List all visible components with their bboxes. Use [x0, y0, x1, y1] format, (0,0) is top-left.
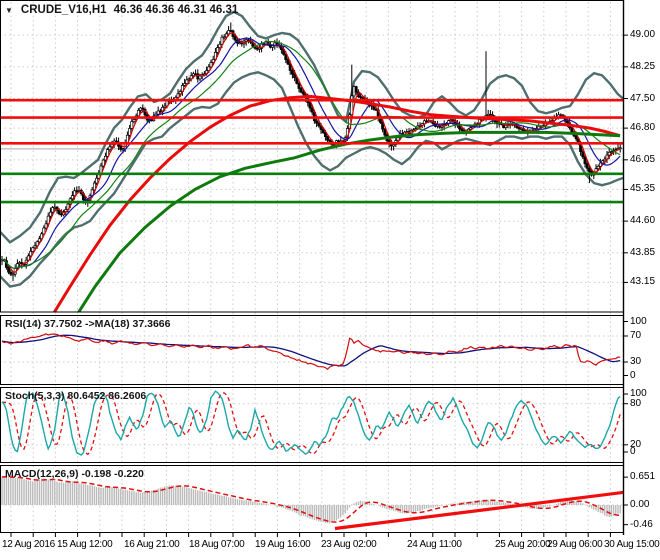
axis-tick-label: 45.35	[630, 183, 656, 195]
time-axis-label: 16 Aug 21:00	[124, 539, 180, 550]
time-axis-label: 29 Aug 06:00	[547, 539, 603, 550]
chart-window: ▼ CRUDE_V16,H1 46.36 46.36 46.31 46.31 R…	[0, 0, 660, 560]
axis-tick-label: 43.85	[630, 246, 656, 258]
time-axis-label: 12 Aug 2016	[2, 539, 55, 550]
macd-indicator-label: MACD(12,26,9) -0.198 -0.220	[5, 468, 144, 480]
time-axis-label: 23 Aug 02:00	[321, 539, 377, 550]
rsi-panel	[0, 333, 623, 370]
axis-tick-label: 0	[630, 369, 636, 381]
ohlc-values: 46.36 46.36 46.31 46.31	[113, 4, 239, 16]
axis-tick-label: 100	[630, 315, 647, 327]
macd-panel	[0, 476, 623, 531]
time-axis-label: 24 Aug 11:00	[407, 539, 462, 550]
rsi-indicator-label: RSI(14) 37.7502 ->MA(18) 37.3666	[5, 318, 171, 330]
axis-tick-label: 30	[630, 356, 642, 367]
time-axis-label: 18 Aug 07:00	[189, 539, 245, 550]
main-price-panel	[0, 10, 623, 288]
axis-tick-label: 44.60	[630, 215, 656, 227]
axis-tick-label: 0	[630, 446, 636, 457]
axis-tick-label: -0.46	[630, 518, 653, 530]
panel-borders	[0, 0, 628, 537]
axis-tick-label: 46.80	[630, 122, 656, 134]
axis-tick-label: 48.25	[630, 60, 656, 72]
panel-divider-rsi[interactable]	[0, 310, 623, 315]
time-axis-label: 30 Aug 15:00	[604, 539, 660, 550]
axis-tick-label: 0.651	[630, 471, 656, 483]
time-axis-label: 15 Aug 12:00	[57, 539, 113, 550]
grid-lines	[0, 2, 623, 532]
stoch-indicator-label: Stoch(5,3,3) 80.6452 86.2606	[5, 390, 147, 402]
symbol-label: CRUDE_V16,H1	[20, 4, 107, 16]
time-axis[interactable]: 12 Aug 2016 15 Aug 12:00 16 Aug 21:00 18 Au…	[0, 535, 660, 560]
time-axis-label: 19 Aug 16:00	[255, 539, 311, 550]
axis-tick-label: 70	[630, 330, 642, 341]
chart-header: ▼ CRUDE_V16,H1 46.36 46.36 46.31 46.31	[5, 4, 238, 16]
panel-divider-stoch[interactable]	[0, 382, 623, 387]
panel-divider-macd[interactable]	[0, 460, 623, 465]
price-axis[interactable]: 49.00 48.25 47.50 46.80 46.05 45.35 44.60 43.85…	[623, 0, 660, 535]
axis-tick-label: 80	[630, 397, 642, 409]
axis-tick-label: 49.00	[630, 29, 656, 41]
axis-tick-label: 47.50	[630, 92, 656, 104]
time-axis-label: 25 Aug 20:00	[495, 539, 551, 550]
axis-tick-label: 0.00	[630, 498, 650, 510]
axis-tick-label: 46.05	[630, 153, 656, 165]
axis-tick-label: 43.15	[630, 276, 656, 288]
symbol-dropdown-icon[interactable]: ▼	[5, 6, 13, 15]
